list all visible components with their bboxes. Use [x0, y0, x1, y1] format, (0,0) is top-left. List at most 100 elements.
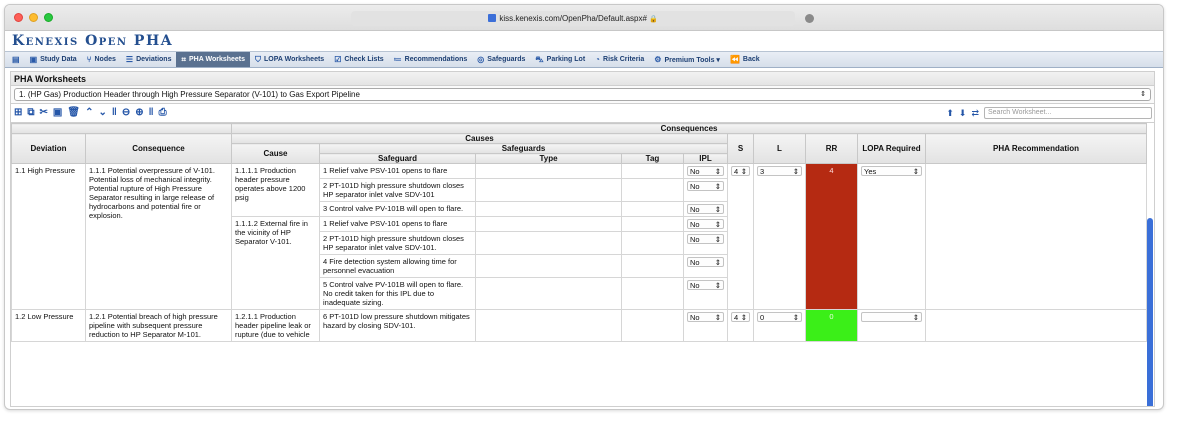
type-cell[interactable]	[475, 163, 622, 179]
safeguard-cell[interactable]: 4 Fire detection system allowing time fo…	[319, 254, 476, 278]
lopa-select[interactable]: ⇕	[861, 312, 922, 322]
ipl-select[interactable]: No ⇕	[687, 166, 724, 176]
s-select[interactable]: 4 ⇕	[731, 312, 750, 322]
ipl-select[interactable]: No ⇕	[687, 204, 724, 214]
add-icon[interactable]: ⊞	[14, 107, 22, 118]
nav-item-pha-worksheets[interactable]: ⌗ PHA Worksheets	[176, 52, 251, 67]
type-cell[interactable]	[475, 178, 622, 202]
nav-item-home[interactable]: ▤	[7, 52, 25, 67]
worksheet-table: Consequences Deviation Consequence Cause…	[11, 123, 1148, 342]
ipl-select-value: No	[690, 220, 700, 229]
type-cell[interactable]	[475, 201, 622, 217]
ipl-select[interactable]: No ⇕	[687, 234, 724, 244]
header-s[interactable]: S	[727, 133, 754, 164]
cause-cell[interactable]: 1.2.1.1 Production header pipeline leak …	[231, 309, 320, 342]
nav-item-deviations[interactable]: ☰ Deviations	[121, 52, 177, 67]
swap-icon[interactable]: ⇄	[971, 108, 979, 119]
site-favicon-icon	[488, 14, 497, 22]
cause-cell[interactable]: 1.1.1.1 Production header pressure opera…	[231, 163, 320, 217]
nav-item-study-data[interactable]: ▣ Study Data	[25, 52, 82, 67]
tag-cell[interactable]	[621, 178, 684, 202]
type-cell[interactable]	[475, 309, 622, 342]
header-safeguard[interactable]: Safeguard	[319, 153, 476, 164]
nav-item-nodes[interactable]: ⑂ Nodes	[82, 52, 121, 67]
type-cell[interactable]	[475, 231, 622, 255]
arrow-down-circle-icon[interactable]: ⬇	[959, 108, 967, 119]
ipl-select[interactable]: No ⇕	[687, 257, 724, 267]
type-cell[interactable]	[475, 277, 622, 310]
header-cause[interactable]: Cause	[231, 143, 320, 164]
close-window-icon[interactable]	[14, 13, 23, 22]
s-select[interactable]: 4 ⇕	[731, 166, 750, 176]
header-deviation[interactable]: Deviation	[11, 133, 86, 164]
tag-cell[interactable]	[621, 231, 684, 255]
lopa-select[interactable]: Yes ⇕	[861, 166, 922, 176]
header-recommendation[interactable]: PHA Recommendation	[924, 133, 1148, 164]
nav-item-premium-tools[interactable]: ⚙ Premium Tools ▾	[649, 52, 725, 67]
ipl-select[interactable]: No ⇕	[687, 280, 724, 290]
safeguard-cell[interactable]: 2 PT-101D high pressure shutdown closes …	[319, 231, 476, 255]
move-down-icon[interactable]: ⌄	[98, 107, 106, 118]
safeguard-cell[interactable]: 5 Control valve PV-101B will open to fla…	[319, 277, 476, 310]
nav-item-lopa-worksheets[interactable]: ⛉ LOPA Worksheets	[250, 52, 329, 67]
safeguard-cell[interactable]: 6 PT-101D low pressure shutdown mitigate…	[319, 309, 476, 342]
l-select[interactable]: 3 ⇕	[757, 166, 802, 176]
type-cell[interactable]	[475, 254, 622, 278]
header-rr[interactable]: RR	[805, 133, 858, 164]
maximize-window-icon[interactable]	[44, 13, 53, 22]
move-up-icon[interactable]: ⌃	[85, 107, 93, 118]
zoom-out-icon[interactable]: ⊖	[122, 107, 130, 118]
header-type[interactable]: Type	[475, 153, 622, 164]
tag-cell[interactable]	[621, 309, 684, 342]
cut-icon[interactable]: ✂	[40, 107, 48, 118]
search-worksheet-input[interactable]: Search Worksheet...	[984, 107, 1152, 119]
ipl-select[interactable]: No ⇕	[687, 312, 724, 322]
deviation-cell[interactable]: 1.2 Low Pressure	[11, 309, 86, 342]
recommendation-cell[interactable]	[924, 163, 1148, 310]
tag-cell[interactable]	[621, 216, 684, 232]
safeguard-cell[interactable]: 1 Relief valve PSV-101 opens to flare	[319, 216, 476, 232]
nav-item-risk-criteria[interactable]: ◔ Risk Criteria	[590, 52, 649, 67]
header-l[interactable]: L	[753, 133, 806, 164]
safeguard-cell[interactable]: 2 PT-101D high pressure shutdown closes …	[319, 178, 476, 202]
deviation-cell[interactable]: 1.1 High Pressure	[11, 163, 86, 310]
copy-icon[interactable]: ⧉	[27, 107, 34, 118]
header-lopa-required[interactable]: LOPA Required	[857, 133, 926, 164]
tag-cell[interactable]	[621, 277, 684, 310]
print-icon[interactable]: ⎙	[159, 107, 167, 118]
type-cell[interactable]	[475, 216, 622, 232]
delete-icon[interactable]: 🗑	[67, 107, 80, 118]
recommendation-cell[interactable]	[924, 309, 1148, 342]
nav-item-label: Deviations	[136, 56, 172, 63]
node-select[interactable]: 1. (HP Gas) Production Header through Hi…	[14, 88, 1151, 101]
lopa-cell: ⇕	[857, 309, 926, 342]
header-ipl[interactable]: IPL	[683, 153, 728, 164]
l-select[interactable]: 0 ⇕	[757, 312, 802, 322]
tag-cell[interactable]	[621, 163, 684, 179]
consequence-cell[interactable]: 1.2.1 Potential breach of high pressure …	[85, 309, 232, 342]
nav-item-safeguards[interactable]: ◎ Safeguards	[472, 52, 530, 67]
nav-item-parking-lot[interactable]: ⛍ Parking Lot	[530, 52, 590, 67]
browser-titlebar: kiss.kenexis.com/OpenPha/Default.aspx# 🔒	[5, 5, 1163, 31]
arrow-up-circle-icon[interactable]: ⬆	[946, 108, 954, 119]
header-consequence[interactable]: Consequence	[85, 133, 232, 164]
updown-chevron-icon: ⇕	[714, 182, 721, 191]
vertical-scrollbar[interactable]	[1147, 218, 1153, 406]
consequence-cell[interactable]: 1.1.1 Potential overpressure of V-101. P…	[85, 163, 232, 310]
safeguard-cell[interactable]: 3 Control valve PV-101B will open to fla…	[319, 201, 476, 217]
header-tag[interactable]: Tag	[621, 153, 684, 164]
safeguard-cell[interactable]: 1 Relief valve PSV-101 opens to flare	[319, 163, 476, 179]
nav-item-recommendations[interactable]: ≔ Recommendations	[389, 52, 473, 67]
minimize-window-icon[interactable]	[29, 13, 38, 22]
paste-icon[interactable]: ▣	[53, 107, 62, 118]
tag-cell[interactable]	[621, 254, 684, 278]
nav-item-back[interactable]: ⏪ Back	[725, 52, 765, 67]
reader-mode-icon[interactable]	[805, 14, 814, 23]
ipl-select[interactable]: No ⇕	[687, 181, 724, 191]
ipl-select[interactable]: No ⇕	[687, 219, 724, 229]
cause-cell[interactable]: 1.1.1.2 External fire in the vicinity of…	[231, 216, 320, 310]
nav-item-check-lists[interactable]: ☑ Check Lists	[329, 52, 388, 67]
address-bar[interactable]: kiss.kenexis.com/OpenPha/Default.aspx# 🔒	[351, 11, 795, 26]
tag-cell[interactable]	[621, 201, 684, 217]
zoom-in-icon[interactable]: ⊕	[135, 107, 143, 118]
